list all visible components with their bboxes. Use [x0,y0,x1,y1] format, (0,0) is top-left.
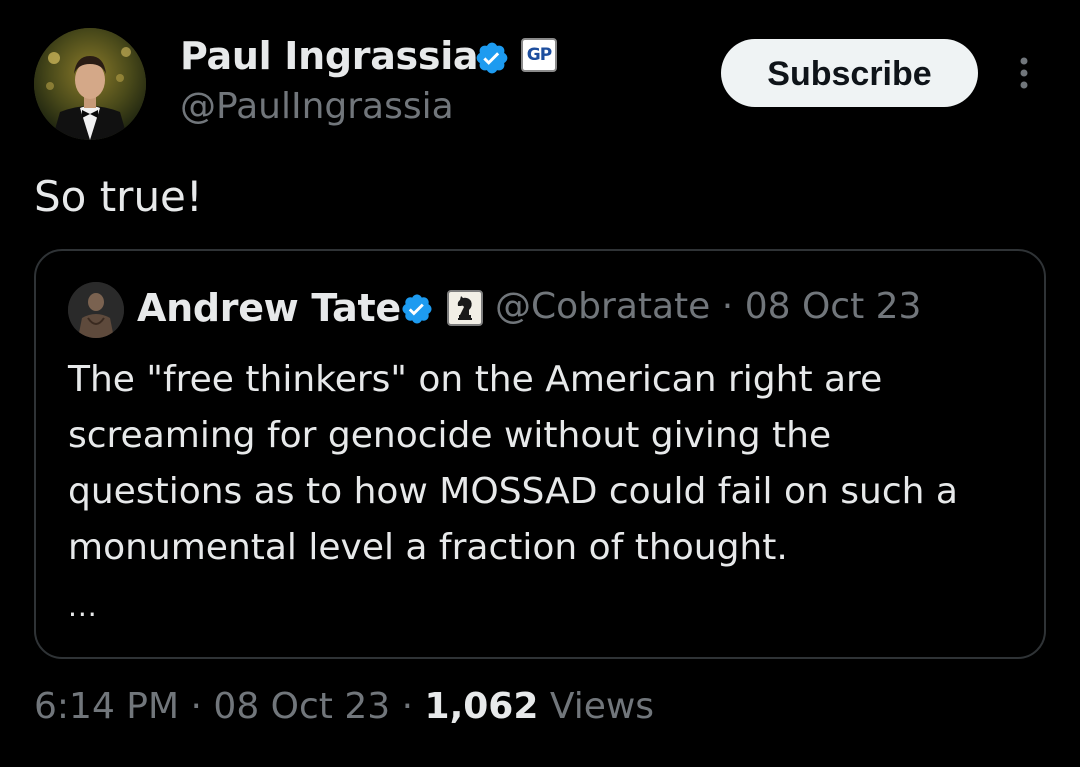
subscribe-button[interactable]: Subscribe [721,39,978,107]
author-display-name[interactable]: Paul Ingrassia [180,34,479,78]
quoted-tweet-text: The "free thinkers" on the American righ… [68,359,958,568]
quoted-author-avatar[interactable] [68,282,124,338]
chess-knight-badge-icon[interactable] [447,290,483,326]
separator: · [401,686,414,727]
views-count: 1,062 [424,686,539,727]
separator: · [190,686,202,727]
tweet-date[interactable]: 08 Oct 23 [213,686,390,727]
quoted-meta: @Cobratate · 08 Oct 23 [495,286,921,327]
tweet-time[interactable]: 6:14 PM [34,686,179,727]
author-handle[interactable]: @PaulIngrassia [180,86,454,127]
affiliation-badge[interactable]: GP [521,38,557,72]
quoted-author-handle[interactable]: @Cobratate [495,286,710,327]
tweet-text: So true! [34,172,203,221]
separator: · [721,286,734,327]
more-vertical-icon[interactable] [1012,55,1036,91]
author-avatar[interactable] [34,28,146,140]
verified-badge-icon [476,42,508,74]
quoted-date[interactable]: 08 Oct 23 [745,286,922,327]
quoted-author-name[interactable]: Andrew Tate [137,286,401,330]
tweet-metadata: 6:14 PM · 08 Oct 23 · 1,062 Views [34,686,654,727]
views-label: Views [549,686,655,727]
show-more-ellipsis[interactable]: ... [68,590,98,623]
quoted-verified-badge-icon [402,294,432,324]
